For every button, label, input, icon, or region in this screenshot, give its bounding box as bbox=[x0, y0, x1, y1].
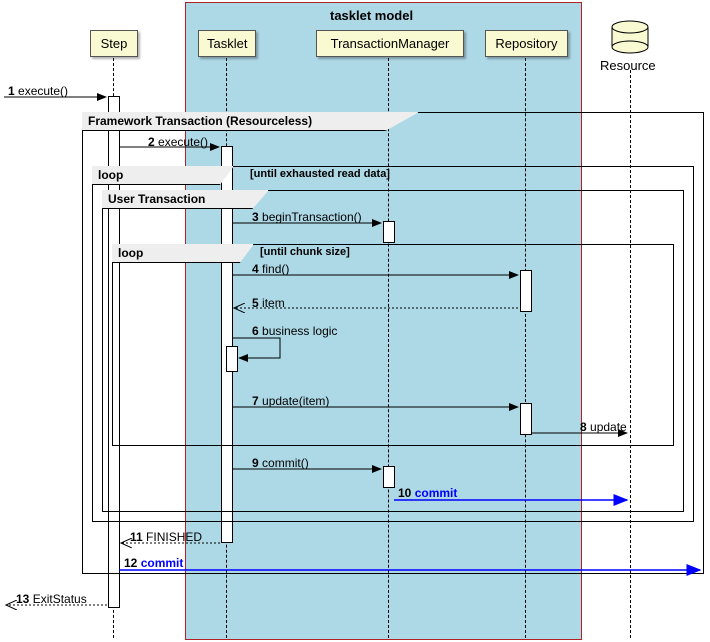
msg-2: 2 execute() bbox=[148, 135, 208, 149]
participant-txmgr-label: TransactionManager bbox=[331, 36, 450, 51]
frame-loop2-title: loop bbox=[112, 244, 254, 263]
msg-13: 13 ExitStatus bbox=[16, 592, 87, 606]
database-icon bbox=[610, 20, 650, 56]
msg-8: 8 update bbox=[580, 420, 627, 434]
msg-6: 6 business logic bbox=[252, 324, 337, 338]
participant-repo: Repository bbox=[485, 30, 568, 57]
frame-loop2 bbox=[112, 244, 674, 446]
frame-framework-tx-title: Framework Transaction (Resourceless) bbox=[82, 112, 419, 131]
participant-resource bbox=[610, 20, 650, 61]
frame-user-tx-title: User Transaction bbox=[102, 190, 269, 209]
participant-txmgr: TransactionManager bbox=[316, 30, 464, 57]
frame-loop1-title: loop bbox=[92, 166, 234, 185]
participant-tasklet-label: Tasklet bbox=[207, 36, 247, 51]
msg-11: 11 FINISHED bbox=[130, 530, 202, 544]
tasklet-model-title: tasklet model bbox=[330, 8, 413, 23]
msg-1: 1 execute() bbox=[8, 84, 68, 98]
frame-loop2-cond: [until chunk size] bbox=[260, 246, 350, 258]
msg-12: 12 commit bbox=[124, 556, 183, 570]
participant-resource-label: Resource bbox=[600, 58, 656, 73]
msg-5: 5 item bbox=[252, 296, 285, 310]
participant-step: Step bbox=[90, 30, 138, 57]
msg-4: 4 find() bbox=[252, 262, 289, 276]
participant-tasklet: Tasklet bbox=[198, 30, 256, 57]
frame-loop1-cond: [until exhausted read data] bbox=[250, 168, 390, 180]
msg-10: 10 commit bbox=[398, 486, 457, 500]
msg-3: 3 beginTransaction() bbox=[252, 210, 362, 224]
msg-7: 7 update(item) bbox=[252, 394, 329, 408]
participant-repo-label: Repository bbox=[495, 36, 557, 51]
participant-step-label: Step bbox=[101, 36, 128, 51]
msg-9: 9 commit() bbox=[252, 456, 309, 470]
